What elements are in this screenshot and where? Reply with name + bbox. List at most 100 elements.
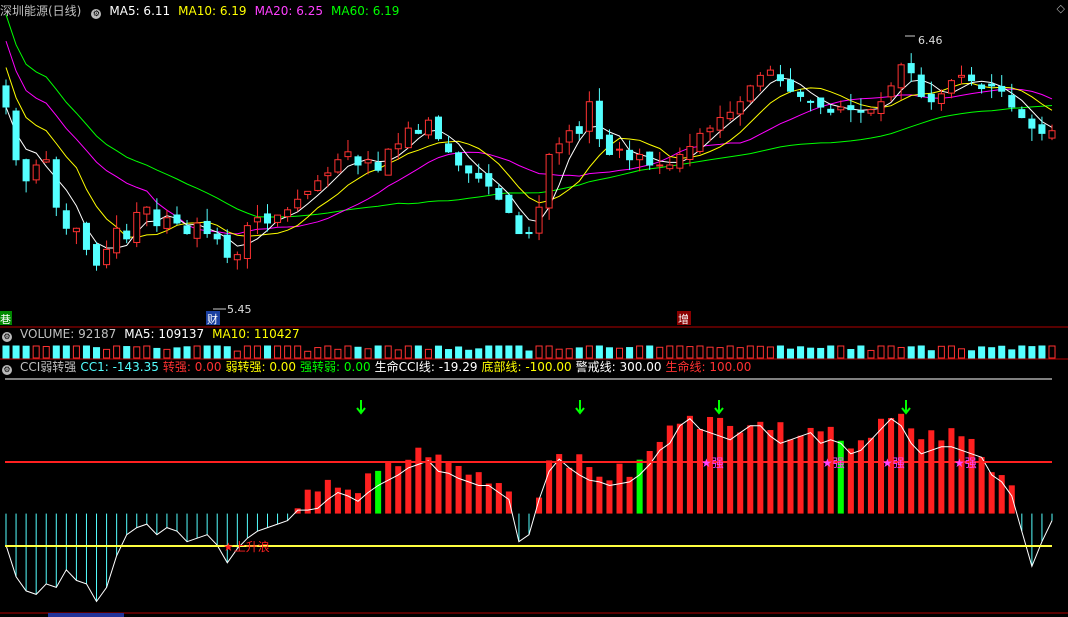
- volume-settings-icon[interactable]: ⚙: [2, 332, 12, 342]
- candle[interactable]: [525, 226, 533, 239]
- candle[interactable]: [424, 117, 432, 139]
- candle[interactable]: [776, 64, 784, 87]
- candle[interactable]: [756, 72, 764, 92]
- candle[interactable]: [93, 242, 101, 271]
- candle[interactable]: [877, 92, 885, 122]
- candle[interactable]: [817, 97, 825, 115]
- candle[interactable]: [696, 128, 704, 154]
- candle[interactable]: [736, 96, 744, 126]
- candle[interactable]: [263, 204, 272, 232]
- indicator-settings-icon[interactable]: ⚙: [2, 365, 12, 375]
- candle[interactable]: [907, 53, 915, 83]
- candle[interactable]: [475, 163, 483, 183]
- candle[interactable]: [163, 209, 171, 234]
- candle[interactable]: [62, 203, 70, 235]
- event-tag-cai[interactable]: 财: [207, 312, 218, 326]
- candle[interactable]: [988, 74, 996, 99]
- candle[interactable]: [857, 98, 865, 123]
- candle[interactable]: [797, 89, 805, 102]
- candle[interactable]: [354, 154, 362, 175]
- candle[interactable]: [766, 65, 774, 76]
- candle[interactable]: [22, 158, 30, 193]
- candle[interactable]: [2, 79, 10, 115]
- candle[interactable]: [957, 65, 965, 85]
- candle[interactable]: [465, 165, 473, 183]
- candle[interactable]: [847, 93, 855, 123]
- candle[interactable]: [555, 137, 563, 165]
- candle[interactable]: [344, 140, 352, 161]
- candle[interactable]: [585, 91, 593, 144]
- candle[interactable]: [414, 123, 422, 135]
- candle[interactable]: [595, 88, 603, 148]
- candle[interactable]: [42, 151, 50, 164]
- candle[interactable]: [314, 175, 322, 192]
- candle[interactable]: [827, 104, 835, 116]
- candle[interactable]: [233, 251, 241, 270]
- expand-diamond-icon[interactable]: ◇: [1057, 2, 1065, 15]
- candle[interactable]: [937, 89, 945, 111]
- candle[interactable]: [917, 67, 925, 99]
- candle[interactable]: [374, 151, 382, 173]
- candle[interactable]: [485, 164, 493, 195]
- event-tag-hua[interactable]: 巷: [0, 313, 11, 326]
- candle[interactable]: [786, 68, 795, 93]
- candle[interactable]: [274, 214, 282, 227]
- candle[interactable]: [72, 227, 80, 245]
- candle[interactable]: [394, 132, 402, 160]
- candlesticks[interactable]: [2, 53, 1056, 271]
- candle[interactable]: [646, 151, 654, 170]
- candle[interactable]: [304, 190, 312, 200]
- candle[interactable]: [364, 151, 372, 175]
- candle[interactable]: [153, 198, 161, 232]
- candle[interactable]: [686, 133, 694, 167]
- candle[interactable]: [746, 84, 754, 104]
- volume-bar: [445, 349, 453, 359]
- candle[interactable]: [133, 202, 141, 248]
- candle[interactable]: [294, 189, 302, 212]
- candle[interactable]: [656, 151, 664, 175]
- candle[interactable]: [887, 82, 895, 102]
- candle[interactable]: [183, 219, 191, 235]
- candle[interactable]: [515, 211, 523, 235]
- candle[interactable]: [1028, 114, 1036, 141]
- candle[interactable]: [243, 222, 251, 269]
- candle[interactable]: [505, 194, 513, 214]
- candle[interactable]: [455, 151, 463, 172]
- candle[interactable]: [334, 153, 342, 174]
- candle[interactable]: [565, 124, 573, 155]
- candle[interactable]: [726, 101, 734, 121]
- candle[interactable]: [897, 62, 905, 100]
- candle[interactable]: [626, 140, 634, 171]
- candle[interactable]: [1048, 124, 1056, 141]
- candle[interactable]: [103, 240, 111, 269]
- candle[interactable]: [173, 206, 181, 225]
- candle[interactable]: [284, 206, 292, 222]
- candle[interactable]: [193, 217, 201, 248]
- candle[interactable]: [616, 141, 624, 159]
- candle[interactable]: [203, 208, 211, 238]
- settings-circle-icon[interactable]: ⚙: [91, 9, 102, 19]
- candle[interactable]: [123, 223, 131, 244]
- candle[interactable]: [998, 75, 1006, 97]
- candle[interactable]: [947, 79, 955, 99]
- event-tag-zeng[interactable]: 增: [678, 312, 689, 326]
- candle[interactable]: [52, 156, 60, 217]
- candle[interactable]: [404, 121, 412, 149]
- time-axis-marker[interactable]: [48, 613, 124, 617]
- candle[interactable]: [12, 107, 20, 166]
- stock-chart[interactable]: 6.46 5.45 巷 财 增 ★上升浪 ★强 ★强 ★强 ★强: [0, 0, 1068, 617]
- volume-bars[interactable]: [2, 345, 1056, 359]
- chart-title[interactable]: 深圳能源(日线): [0, 4, 81, 18]
- candle[interactable]: [213, 227, 221, 245]
- candle[interactable]: [968, 67, 976, 86]
- candle[interactable]: [82, 221, 90, 256]
- cci-bars[interactable]: [5, 413, 1053, 602]
- candle[interactable]: [384, 148, 392, 176]
- candle[interactable]: [434, 115, 442, 141]
- candle[interactable]: [867, 108, 875, 116]
- indicator-name[interactable]: CCI弱转强: [20, 360, 76, 374]
- candle[interactable]: [223, 229, 231, 264]
- candle[interactable]: [113, 215, 121, 259]
- candle[interactable]: [1038, 116, 1046, 141]
- candle[interactable]: [32, 159, 40, 184]
